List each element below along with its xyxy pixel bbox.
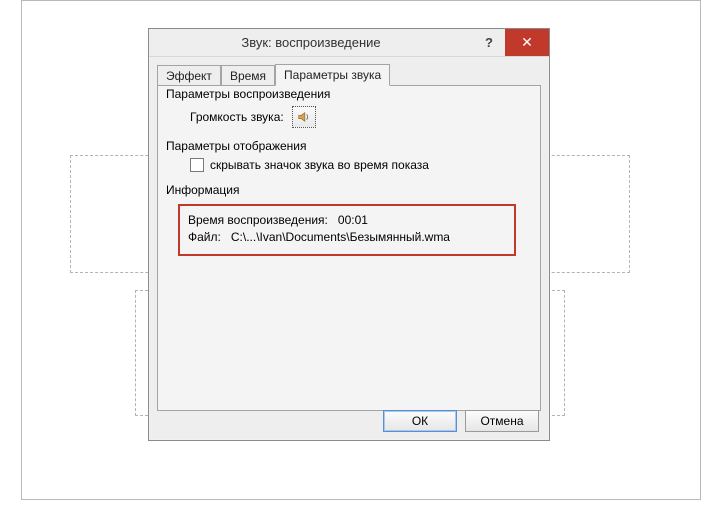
group-playback-params: Параметры воспроизведения Громкость звук… [166, 94, 532, 136]
cancel-button[interactable]: Отмена [465, 410, 539, 432]
titlebar: Звук: воспроизведение ? ✕ [149, 29, 549, 57]
info-highlight-box: Время воспроизведения: 00:01 Файл: C:\..… [178, 204, 516, 256]
tab-time[interactable]: Время [221, 65, 275, 86]
group-display-params: Параметры отображения скрывать значок зв… [166, 146, 532, 180]
group-display-legend: Параметры отображения [166, 139, 311, 153]
speaker-icon [297, 110, 311, 124]
group-playback-legend: Параметры воспроизведения [166, 87, 334, 101]
dialog-button-row: ОК Отмена [383, 410, 539, 432]
hide-icon-checkbox-label: скрывать значок звука во время показа [210, 158, 429, 172]
sound-playback-dialog: Звук: воспроизведение ? ✕ Эффект Время П… [148, 28, 550, 441]
help-button[interactable]: ? [473, 29, 505, 56]
tabs: Эффект Время Параметры звука [149, 57, 549, 85]
volume-label: Громкость звука: [190, 110, 284, 124]
hide-icon-checkbox[interactable] [190, 158, 204, 172]
tab-sound-params[interactable]: Параметры звука [275, 64, 390, 86]
ok-button[interactable]: ОК [383, 410, 457, 432]
volume-button[interactable] [292, 106, 316, 128]
dialog-title: Звук: воспроизведение [149, 29, 473, 56]
group-info-legend: Информация [166, 183, 243, 197]
info-file-line: Файл: C:\...\Ivan\Documents\Безымянный.w… [188, 229, 506, 246]
group-information: Информация Время воспроизведения: 00:01 … [166, 190, 532, 264]
tab-effect[interactable]: Эффект [157, 65, 221, 86]
close-button[interactable]: ✕ [505, 29, 549, 56]
info-duration-line: Время воспроизведения: 00:01 [188, 212, 506, 229]
tab-panel-sound-params: Параметры воспроизведения Громкость звук… [157, 85, 541, 411]
